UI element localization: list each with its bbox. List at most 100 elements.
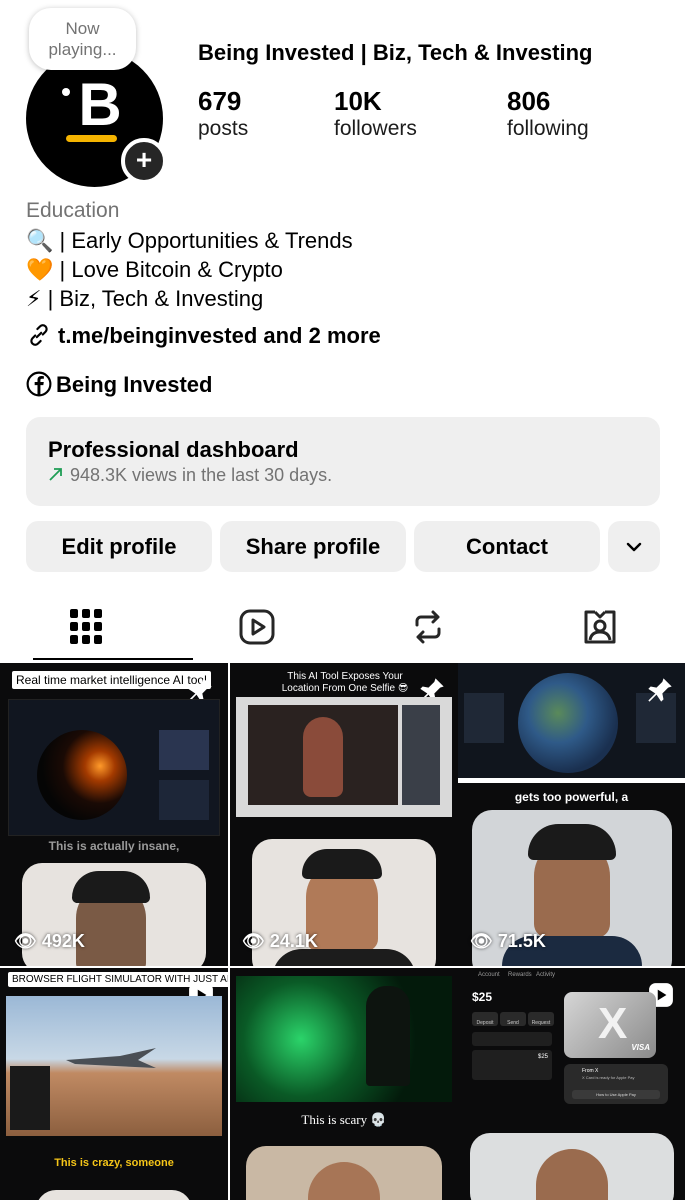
note-bubble[interactable]: Now playing...	[29, 8, 136, 70]
bio-line-text: | Love Bitcoin & Crypto	[59, 257, 283, 282]
post-subtitle: gets too powerful, a	[514, 790, 629, 804]
tab-grid[interactable]	[70, 609, 102, 650]
view-count-value: 24.1K	[269, 931, 318, 951]
suggested-accounts-button[interactable]	[608, 521, 660, 572]
jet-graphic	[66, 1048, 156, 1068]
dashboard-subtitle-row: 948.3K views in the last 30 days.	[48, 465, 332, 486]
flight-sim-screenshot	[6, 996, 222, 1136]
note-text: Now playing...	[48, 19, 117, 59]
dashboard-subtitle: 948.3K views in the last 30 days.	[70, 465, 333, 485]
x-logo: X	[598, 999, 628, 1048]
tab-reposts[interactable]	[411, 609, 445, 650]
bio-line: 🔍 | Early Opportunities & Trends	[26, 228, 353, 254]
bio-line: ⚡ | Biz, Tech & Investing	[26, 286, 263, 312]
eye-icon: 👁	[470, 931, 493, 951]
app-tab: Rewards	[508, 972, 532, 978]
post-tile[interactable]: Account Rewards Activity $25 Deposit Sen…	[458, 968, 685, 1200]
followers-count[interactable]: 10K followers	[334, 86, 417, 141]
person-thumbnail	[470, 1133, 674, 1200]
posts-value: 679	[198, 86, 242, 116]
view-count-value: 71.5K	[497, 931, 546, 951]
person-hair	[72, 871, 150, 903]
following-value: 806	[507, 86, 551, 116]
wallet-action: Deposit	[472, 1012, 498, 1026]
dashboard-title: Professional dashboard	[48, 437, 299, 462]
grid-icon	[70, 609, 102, 644]
post-tile[interactable]: BROWSER FLIGHT SIMULATOR WITH JUST AI Th…	[0, 968, 228, 1200]
profile-name: Being Invested | Biz, Tech & Investing	[198, 40, 593, 65]
post-subtitle: This is scary 💀	[301, 1112, 387, 1127]
following-label: following	[507, 117, 589, 140]
facebook-link[interactable]: Being Invested	[26, 371, 212, 398]
post-tile[interactable]: This AI Tool Exposes Your Location From …	[230, 663, 458, 966]
wallet-balance: $25	[472, 990, 493, 1004]
view-count: 👁 71.5K	[470, 931, 546, 952]
contact-button[interactable]: Contact	[414, 521, 600, 572]
app-screenshot	[236, 697, 452, 817]
post-caption: This AI Tool Exposes Your Location From …	[281, 671, 409, 694]
link-icon	[30, 324, 48, 346]
edit-profile-button[interactable]: Edit profile	[26, 521, 212, 572]
person-thumbnail	[246, 1146, 442, 1200]
card-brand: VISA	[631, 1043, 650, 1052]
tab-tagged[interactable]	[582, 609, 618, 650]
wallet-row: $25	[472, 1050, 552, 1080]
facebook-icon	[26, 371, 52, 397]
post-tile[interactable]: This is scary 💀	[230, 968, 458, 1200]
person-hair	[302, 849, 382, 879]
person-hair	[528, 824, 616, 860]
person-face	[308, 1162, 380, 1200]
wallet-action: Request	[528, 1012, 554, 1026]
chevron-down-icon	[626, 542, 642, 552]
notification-from: From X	[582, 1068, 599, 1074]
photo-area	[248, 705, 398, 805]
avatar-logo-underline	[66, 135, 117, 142]
green-room-image	[236, 976, 452, 1102]
followers-value: 10K	[334, 86, 382, 116]
wallet-amount: $25	[537, 1054, 548, 1060]
notification-card: From X X Card is ready for Apple Pay How…	[564, 1064, 668, 1104]
magnifier-emoji-icon: 🔍	[26, 228, 54, 253]
facebook-text: Being Invested	[56, 372, 213, 397]
view-count: 👁 24.1K	[242, 931, 318, 952]
side-panel	[159, 780, 209, 820]
post-tile[interactable]: Real time market intelligence AI tool Th…	[0, 663, 228, 966]
dashboard-screenshot	[8, 699, 220, 836]
eye-icon: 👁	[14, 931, 37, 951]
person-face	[536, 1149, 608, 1200]
app-tab: Account	[478, 972, 500, 978]
bio-link[interactable]: t.me/beinginvested and 2 more	[26, 322, 381, 349]
eye-icon: 👁	[242, 931, 265, 951]
followers-label: followers	[334, 117, 417, 140]
orange-heart-emoji-icon: 🧡	[26, 257, 54, 282]
chat-panel	[402, 705, 440, 805]
trend-up-icon	[49, 468, 62, 481]
post-caption: Real time market intelligence AI tool	[12, 671, 211, 689]
add-story-icon[interactable]: +	[121, 138, 167, 184]
side-panel	[464, 693, 504, 743]
globe-graphic	[37, 730, 127, 820]
post-tile[interactable]: gets too powerful, a 👁 71.5K	[458, 663, 685, 966]
share-profile-button[interactable]: Share profile	[220, 521, 406, 572]
bio-category: Education	[26, 199, 120, 222]
person-figure	[303, 717, 343, 797]
pin-icon	[648, 678, 672, 702]
view-count: 👁 492K	[14, 931, 85, 952]
reposts-icon	[415, 610, 441, 644]
tab-reels[interactable]	[239, 609, 275, 650]
avatar-logo-letter: B	[78, 71, 122, 138]
hud-panel	[10, 1066, 50, 1130]
notification-text: X Card is ready for Apple Pay	[582, 1075, 635, 1080]
post-subtitle: This is actually insane,	[48, 839, 180, 853]
active-tab-indicator	[33, 658, 193, 660]
wallet-row	[472, 1032, 552, 1046]
side-panel	[159, 730, 209, 770]
bio-link-text: t.me/beinginvested and 2 more	[58, 323, 381, 348]
figure-silhouette	[366, 986, 410, 1086]
person-thumbnail	[36, 1190, 192, 1200]
following-count[interactable]: 806 following	[507, 86, 589, 141]
earth-graphic	[518, 673, 618, 773]
posts-count[interactable]: 679 posts	[198, 86, 248, 141]
x-card-image: X VISA	[564, 992, 656, 1058]
post-subtitle: This is crazy, someone	[54, 1157, 174, 1169]
